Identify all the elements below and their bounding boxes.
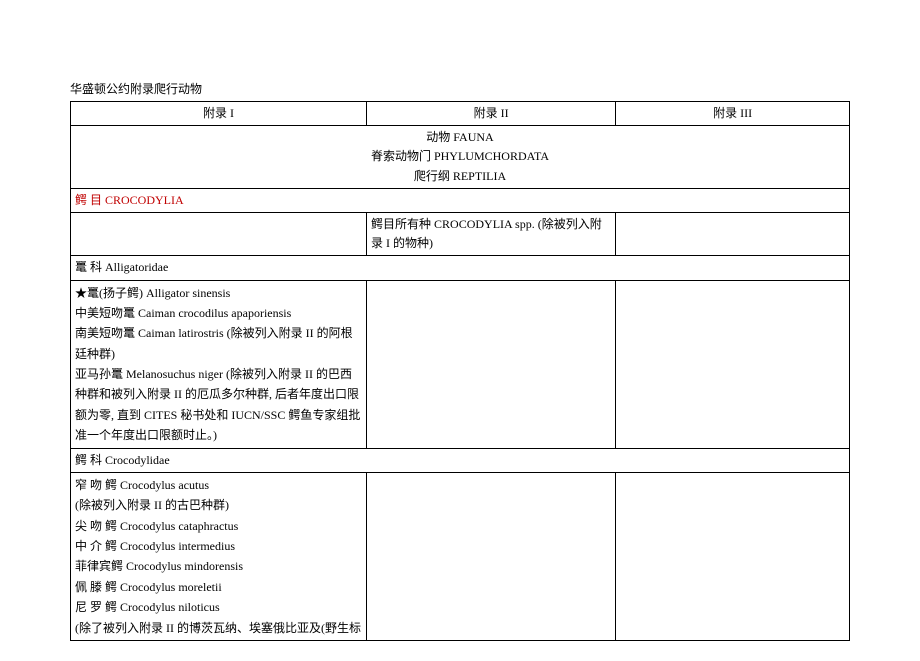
order-label: 鳄 目 CROCODYLIA bbox=[71, 188, 850, 212]
order-row: 鳄 目 CROCODYLIA bbox=[71, 188, 850, 212]
list-item: 中美短吻鼍 Caiman crocodilus apaporiensis bbox=[75, 303, 362, 323]
phylum-label: 脊索动物门 PHYLUMCHORDATA bbox=[75, 147, 845, 166]
order-appendix1-cell bbox=[71, 212, 367, 255]
family1-appendix3-cell bbox=[616, 280, 850, 448]
family1-label: 鼍 科 Alligatoridae bbox=[71, 256, 850, 280]
header-row: 附录 I 附录 II 附录 III bbox=[71, 102, 850, 126]
family2-appendix3-cell bbox=[616, 472, 850, 640]
list-item: 佩 滕 鳄 Crocodylus moreletii bbox=[75, 577, 362, 597]
list-item: 南美短吻鼍 Caiman latirostris (除被列入附录 II 的阿根廷… bbox=[75, 323, 362, 364]
header-appendix-2: 附录 II bbox=[367, 102, 616, 126]
cites-table: 附录 I 附录 II 附录 III 动物 FAUNA 脊索动物门 PHYLUMC… bbox=[70, 101, 850, 641]
family1-content-row: ★鼍(扬子鳄) Alligator sinensis 中美短吻鼍 Caiman … bbox=[71, 280, 850, 448]
list-item: ★鼍(扬子鳄) Alligator sinensis bbox=[75, 283, 362, 303]
family2-appendix1-cell: 窄 吻 鳄 Crocodylus acutus (除被列入附录 II 的古巴种群… bbox=[71, 472, 367, 640]
list-item: (除了被列入附录 II 的博茨瓦纳、埃塞俄比亚及(野生标 bbox=[75, 618, 362, 638]
list-item: 亚马孙鼍 Melanosuchus niger (除被列入附录 II 的巴西种群… bbox=[75, 364, 362, 446]
family2-label: 鳄 科 Crocodylidae bbox=[71, 448, 850, 472]
list-item: (除被列入附录 II 的古巴种群) bbox=[75, 495, 362, 515]
family1-header-row: 鼍 科 Alligatoridae bbox=[71, 256, 850, 280]
order-species-row: 鳄目所有种 CROCODYLIA spp. (除被列入附录 I 的物种) bbox=[71, 212, 850, 255]
kingdom-label: 动物 FAUNA bbox=[75, 128, 845, 147]
family1-appendix1-cell: ★鼍(扬子鳄) Alligator sinensis 中美短吻鼍 Caiman … bbox=[71, 280, 367, 448]
family2-header-row: 鳄 科 Crocodylidae bbox=[71, 448, 850, 472]
list-item: 中 介 鳄 Crocodylus intermedius bbox=[75, 536, 362, 556]
class-label: 爬行纲 REPTILIA bbox=[75, 167, 845, 186]
list-item: 窄 吻 鳄 Crocodylus acutus bbox=[75, 475, 362, 495]
family1-appendix2-cell bbox=[367, 280, 616, 448]
taxonomy-row: 动物 FAUNA 脊索动物门 PHYLUMCHORDATA 爬行纲 REPTIL… bbox=[71, 126, 850, 189]
list-item: 尖 吻 鳄 Crocodylus cataphractus bbox=[75, 516, 362, 536]
list-item: 菲律宾鳄 Crocodylus mindorensis bbox=[75, 556, 362, 576]
document-title: 华盛顿公约附录爬行动物 bbox=[70, 80, 850, 97]
family2-content-row: 窄 吻 鳄 Crocodylus acutus (除被列入附录 II 的古巴种群… bbox=[71, 472, 850, 640]
family2-appendix2-cell bbox=[367, 472, 616, 640]
taxonomy-cell: 动物 FAUNA 脊索动物门 PHYLUMCHORDATA 爬行纲 REPTIL… bbox=[71, 126, 850, 189]
order-appendix2-cell: 鳄目所有种 CROCODYLIA spp. (除被列入附录 I 的物种) bbox=[367, 212, 616, 255]
list-item: 尼 罗 鳄 Crocodylus niloticus bbox=[75, 597, 362, 617]
header-appendix-1: 附录 I bbox=[71, 102, 367, 126]
header-appendix-3: 附录 III bbox=[616, 102, 850, 126]
order-appendix3-cell bbox=[616, 212, 850, 255]
